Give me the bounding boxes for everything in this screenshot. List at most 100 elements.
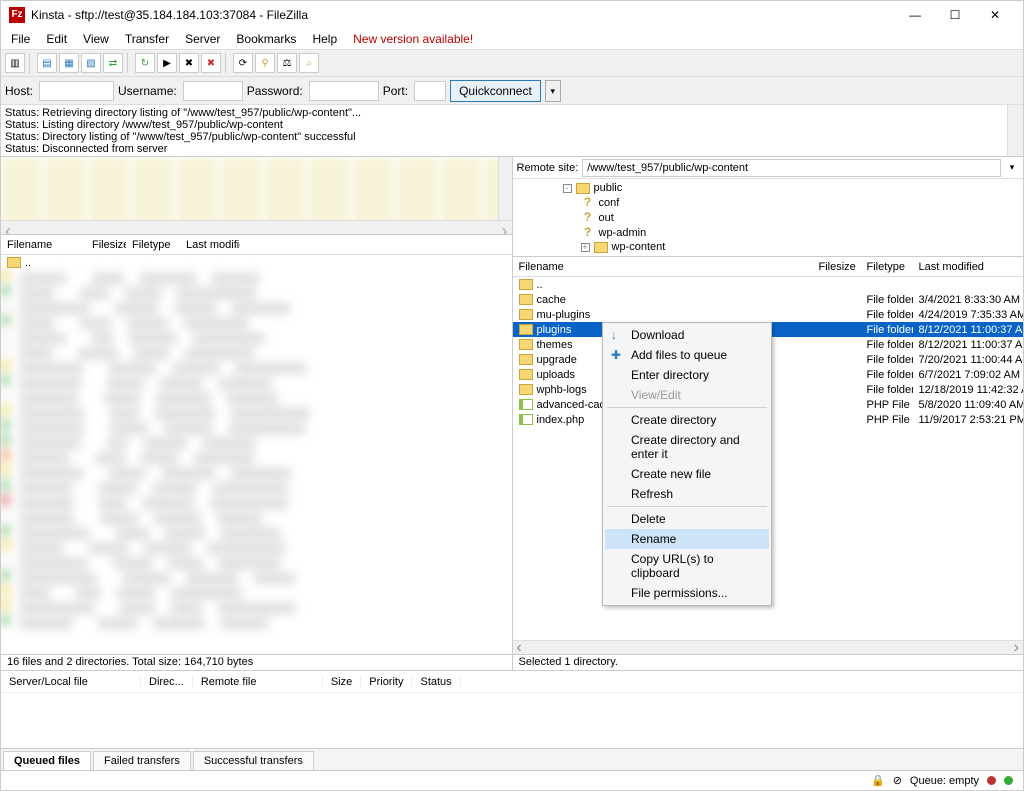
log-scrollbar[interactable] xyxy=(1007,105,1023,156)
local-col-modified[interactable]: Last modified xyxy=(180,239,240,251)
tree-node[interactable]: ?out xyxy=(517,210,1020,225)
menu-help[interactable]: Help xyxy=(306,30,343,48)
toolbar-toggle-queue-icon[interactable]: ▧ xyxy=(81,53,101,73)
quickconnect-dropdown-icon[interactable]: ▾ xyxy=(545,80,561,102)
tab-queued-files[interactable]: Queued files xyxy=(3,751,91,770)
remote-col-filesize[interactable]: Filesize xyxy=(813,261,861,273)
context-item[interactable]: Copy URL(s) to clipboard xyxy=(605,549,769,583)
local-blurred-rows xyxy=(1,271,512,654)
username-input[interactable] xyxy=(183,81,243,101)
context-item[interactable]: File permissions... xyxy=(605,583,769,603)
toolbar-refresh-icon[interactable]: ↻ xyxy=(135,53,155,73)
password-input[interactable] xyxy=(309,81,379,101)
folder-icon xyxy=(594,242,608,253)
remote-scrollbar-h[interactable] xyxy=(513,640,1024,654)
tab-failed-transfers[interactable]: Failed transfers xyxy=(93,751,191,770)
tab-successful-transfers[interactable]: Successful transfers xyxy=(193,751,314,770)
toolbar-sync-icon[interactable]: ⇄ xyxy=(103,53,123,73)
file-row[interactable]: mu-pluginsFile folder4/24/2019 7:35:33 A… xyxy=(513,307,1024,322)
file-row[interactable]: .. xyxy=(513,277,1024,292)
local-filelist[interactable]: Filename Filesize Filetype Last modified… xyxy=(1,235,512,654)
remote-status: Selected 1 directory. xyxy=(513,654,1024,670)
context-item[interactable]: ✚Add files to queue xyxy=(605,345,769,365)
context-item-icon: ↓ xyxy=(611,328,617,342)
toolbar: ▥ ▤ ▦ ▧ ⇄ ↻ ▶ ✖ ✖ ⟳ ⚲ ⚖ ⌕ xyxy=(1,49,1023,77)
transfer-queue-header: Server/Local file Direc... Remote file S… xyxy=(1,670,1023,692)
menubar: File Edit View Transfer Server Bookmarks… xyxy=(1,29,1023,49)
toolbar-sitemanager-icon[interactable]: ▥ xyxy=(5,53,25,73)
context-menu: ↓Download✚Add files to queueEnter direct… xyxy=(602,322,772,606)
unknown-icon: ? xyxy=(581,210,595,224)
context-item[interactable]: Create new file xyxy=(605,464,769,484)
tree-node[interactable]: ?wp-admin xyxy=(517,225,1020,240)
folder-icon xyxy=(519,309,533,320)
toolbar-cancel-icon[interactable]: ✖ xyxy=(179,53,199,73)
menu-new-version[interactable]: New version available! xyxy=(347,30,479,48)
php-file-icon xyxy=(519,399,533,410)
context-item-icon: ✚ xyxy=(611,348,621,362)
minimize-button[interactable]: — xyxy=(895,2,935,28)
folder-icon xyxy=(576,183,590,194)
queue-status: Queue: empty xyxy=(910,775,979,787)
local-col-filetype[interactable]: Filetype xyxy=(126,239,180,251)
queue-indicator-icon: ⊘ xyxy=(893,774,902,787)
transfer-queue-body[interactable] xyxy=(1,692,1023,748)
context-item[interactable]: Delete xyxy=(605,509,769,529)
folder-icon xyxy=(519,384,533,395)
toolbar-reconnect-icon[interactable]: ⟳ xyxy=(233,53,253,73)
port-label: Port: xyxy=(383,84,408,98)
local-col-filesize[interactable]: Filesize xyxy=(86,239,126,251)
local-tree-scrollbar-v[interactable] xyxy=(498,157,512,220)
remote-path-dropdown-icon[interactable]: ▾ xyxy=(1005,162,1019,173)
port-input[interactable] xyxy=(414,81,446,101)
tree-node[interactable]: ?conf xyxy=(517,195,1020,210)
remote-path-input[interactable] xyxy=(582,159,1001,177)
remote-col-filetype[interactable]: Filetype xyxy=(861,261,913,273)
toolbar-toggle-tree-icon[interactable]: ▦ xyxy=(59,53,79,73)
context-item: View/Edit xyxy=(605,385,769,405)
context-item[interactable]: Create directory xyxy=(605,410,769,430)
toolbar-find-icon[interactable]: ⌕ xyxy=(299,53,319,73)
context-item[interactable]: Refresh xyxy=(605,484,769,504)
context-item[interactable]: Create directory and enter it xyxy=(605,430,769,464)
folder-icon xyxy=(519,294,533,305)
menu-edit[interactable]: Edit xyxy=(40,30,73,48)
local-col-filename[interactable]: Filename xyxy=(1,239,86,251)
menu-server[interactable]: Server xyxy=(179,30,226,48)
local-tree[interactable]: ‹› xyxy=(1,157,512,235)
context-item[interactable]: ↓Download xyxy=(605,325,769,345)
toolbar-disconnect-icon[interactable]: ✖ xyxy=(201,53,221,73)
toolbar-compare-icon[interactable]: ⚖ xyxy=(277,53,297,73)
menu-transfer[interactable]: Transfer xyxy=(119,30,175,48)
remote-col-filename[interactable]: Filename xyxy=(513,261,813,273)
quickconnect-bar: Host: Username: Password: Port: Quickcon… xyxy=(1,77,1023,105)
remote-col-modified[interactable]: Last modified xyxy=(913,261,1024,273)
username-label: Username: xyxy=(118,84,177,98)
toolbar-process-icon[interactable]: ▶ xyxy=(157,53,177,73)
close-button[interactable]: ✕ xyxy=(975,2,1015,28)
local-tree-scrollbar-h[interactable]: ‹› xyxy=(1,220,512,234)
unknown-icon: ? xyxy=(581,225,595,239)
toolbar-filter-icon[interactable]: ⚲ xyxy=(255,53,275,73)
lock-icon[interactable]: 🔒 xyxy=(871,774,885,787)
host-input[interactable] xyxy=(39,81,114,101)
unknown-icon: ? xyxy=(581,195,595,209)
window-title: Kinsta - sftp://test@35.184.184.103:3708… xyxy=(31,8,895,22)
folder-icon xyxy=(519,339,533,350)
context-item[interactable]: Enter directory xyxy=(605,365,769,385)
menu-bookmarks[interactable]: Bookmarks xyxy=(230,30,302,48)
folder-icon xyxy=(519,369,533,380)
quickconnect-button[interactable]: Quickconnect xyxy=(450,80,541,102)
local-status: 16 files and 2 directories. Total size: … xyxy=(1,654,512,670)
menu-file[interactable]: File xyxy=(5,30,36,48)
bottom-statusbar: 🔒 ⊘ Queue: empty xyxy=(1,770,1023,790)
remote-tree[interactable]: -public?conf?out?wp-admin+wp-content?wp-… xyxy=(513,179,1024,257)
tree-node[interactable]: -public xyxy=(517,181,1020,195)
tree-node[interactable]: +wp-content xyxy=(517,240,1020,254)
folder-icon xyxy=(519,354,533,365)
toolbar-toggle-log-icon[interactable]: ▤ xyxy=(37,53,57,73)
maximize-button[interactable]: ☐ xyxy=(935,2,975,28)
menu-view[interactable]: View xyxy=(77,30,115,48)
file-row[interactable]: cacheFile folder3/4/2021 8:33:30 AMdrwxr… xyxy=(513,292,1024,307)
context-item[interactable]: Rename xyxy=(605,529,769,549)
